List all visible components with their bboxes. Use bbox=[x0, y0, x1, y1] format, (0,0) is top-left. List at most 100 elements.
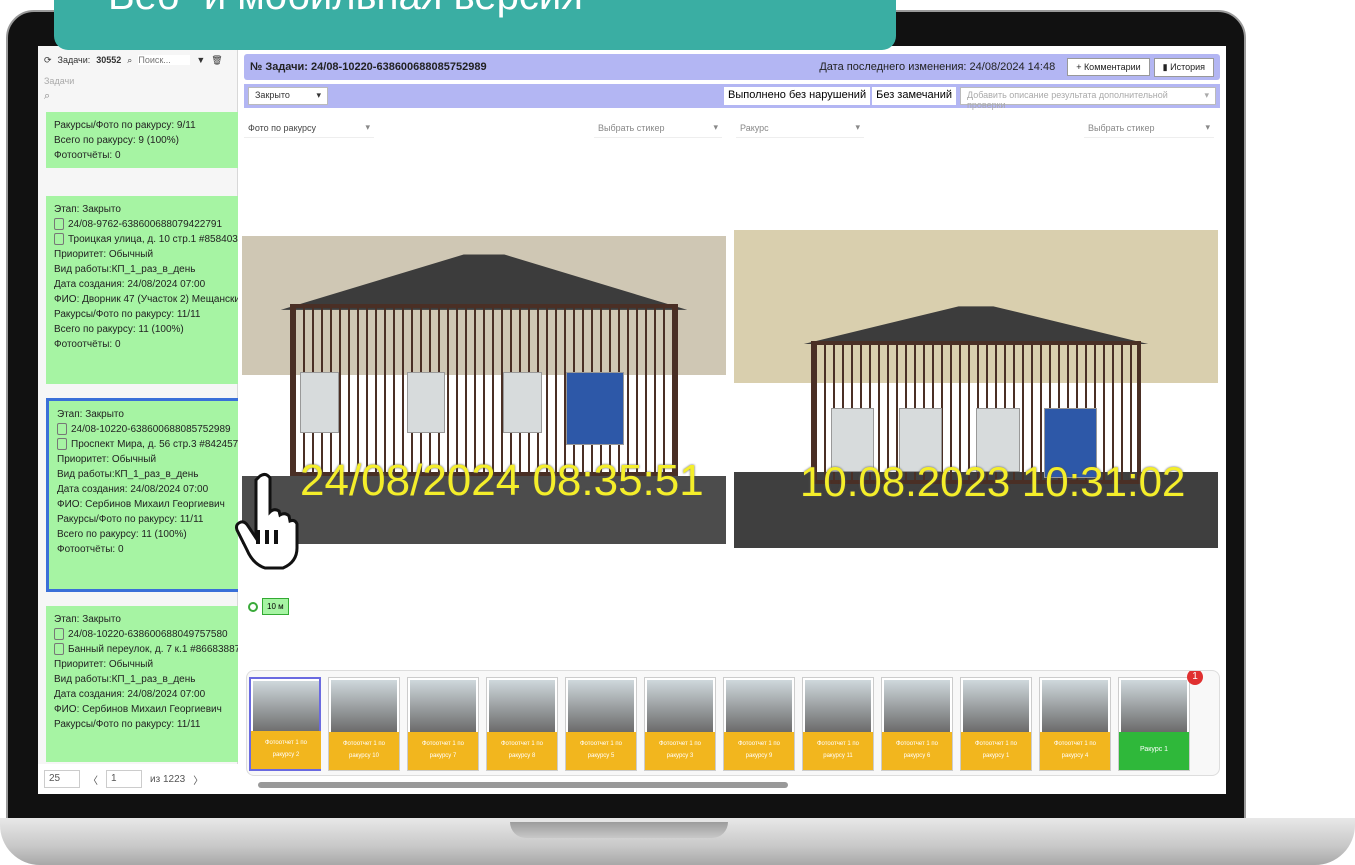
thumbnail[interactable]: Фотоотчет 1 по ракурсу 2 bbox=[249, 677, 321, 771]
card-fio: ФИО: Сербинов Михаил Георгиевич bbox=[57, 499, 225, 510]
thumbnail[interactable]: Фотоотчет 1 по ракурсу 8 bbox=[486, 677, 558, 771]
clipboard-icon[interactable] bbox=[54, 643, 64, 656]
thumbnail-strip: Фотоотчет 1 по ракурсу 2 Фотоотчет 1 по ра… bbox=[246, 670, 1220, 776]
trash-icon[interactable]: 🗑 bbox=[211, 55, 222, 66]
photo-timestamp-current: 24/08/2024 08:35:51 bbox=[300, 456, 704, 505]
clipboard-icon[interactable] bbox=[54, 218, 64, 231]
clipboard-icon[interactable] bbox=[54, 233, 64, 246]
result-description-select[interactable]: Добавить описание результата дополнитель… bbox=[960, 87, 1216, 110]
thumbnail-image bbox=[884, 680, 950, 732]
clipboard-icon[interactable] bbox=[57, 423, 67, 436]
card-total: Всего по ракурсу: 11 (100%) bbox=[57, 529, 187, 540]
comments-button[interactable]: + Комментарии bbox=[1067, 58, 1150, 76]
result-placeholder: Добавить описание результата дополнитель… bbox=[967, 90, 1168, 110]
search-icon: ⌕ bbox=[127, 54, 133, 65]
photo-by-angle-select[interactable]: Фото по ракурсу ▾ bbox=[244, 118, 374, 138]
card-total: Всего по ракурсу: 11 (100%) bbox=[54, 324, 184, 335]
filter-icon[interactable]: ▼ bbox=[196, 55, 205, 65]
thumbnail-label: Фотоотчет 1 по ракурсу 11 bbox=[803, 732, 873, 770]
thumbnail-label-line2: ракурсу 7 bbox=[429, 753, 457, 759]
thumbnail-image bbox=[805, 680, 871, 732]
card-angles: Ракурсы/Фото по ракурсу: 11/11 bbox=[54, 719, 201, 730]
thumbnail-image bbox=[331, 680, 397, 732]
thumbnail-label-line2: ракурсу 2 bbox=[272, 752, 300, 758]
thumbnail-label-line1: Фотоотчет 1 по bbox=[579, 741, 622, 747]
main-panel: № Задачи: 24/08-10220-638600688085752989… bbox=[242, 46, 1226, 794]
angle-label: Ракурс bbox=[740, 122, 769, 133]
status-bar: Закрыто ▾ Выполнено без нарушений Без зам… bbox=[244, 84, 1220, 110]
pointer-hand-icon bbox=[235, 472, 299, 570]
photo-reference[interactable]: 10.08.2023 10:31:02 bbox=[734, 230, 1218, 548]
result-button[interactable]: Выполнено без нарушений bbox=[724, 87, 871, 105]
photo-current[interactable]: 24/08/2024 08:35:51 bbox=[242, 236, 726, 544]
task-list: Ракурсы/Фото по ракурсу: 9/11 Всего по р… bbox=[38, 112, 238, 762]
list-item[interactable]: Этап: Закрыто 24/08-10220-63860068804975… bbox=[46, 606, 238, 762]
card-created: Дата создания: 24/08/2024 07:00 bbox=[57, 484, 209, 495]
chevron-down-icon: ▾ bbox=[365, 122, 370, 132]
page-size-select[interactable]: 25 bbox=[44, 770, 80, 788]
card-priority: Приоритет: Обычный bbox=[57, 454, 157, 465]
no-remarks-button[interactable]: Без замечаний bbox=[872, 87, 956, 105]
thumbnail-image bbox=[963, 680, 1029, 732]
banner: Веб- и мобильная версия bbox=[54, 0, 896, 50]
thumbnail[interactable]: Фотоотчет 1 по ракурсу 7 bbox=[407, 677, 479, 771]
sticker-select-left[interactable]: Выбрать стикер ▾ bbox=[594, 118, 722, 138]
laptop-notch bbox=[510, 822, 728, 838]
clipboard-icon[interactable] bbox=[54, 628, 64, 641]
thumbnail[interactable]: Фотоотчет 1 по ракурсу 1 bbox=[960, 677, 1032, 771]
search-input[interactable] bbox=[138, 55, 191, 65]
thumbnail-label-line2: ракурсу 9 bbox=[745, 753, 773, 759]
thumbnail-label-line2: ракурсу 6 bbox=[903, 753, 931, 759]
thumbnail-label: Фотоотчет 1 по ракурсу 7 bbox=[408, 732, 478, 770]
angle-select[interactable]: Ракурс ▾ bbox=[736, 118, 864, 138]
status-select[interactable]: Закрыто ▾ bbox=[248, 87, 328, 105]
card-fio: ФИО: Сербинов Михаил Георгиевич bbox=[54, 704, 222, 715]
card-stage: Этап: Закрыто bbox=[54, 614, 121, 625]
filter-label: Задачи bbox=[44, 76, 75, 86]
thumbnail-label: Фотоотчет 1 по ракурсу 6 bbox=[882, 732, 952, 770]
card-address: Троицкая улица, д. 10 стр.1 #858403835 bbox=[68, 234, 238, 245]
thumbnail-reference[interactable]: Ракурс 1 bbox=[1118, 677, 1190, 771]
thumbnail[interactable]: Фотоотчет 1 по ракурсу 4 bbox=[1039, 677, 1111, 771]
thumbnail-label-line2: ракурсу 4 bbox=[1061, 753, 1089, 759]
thumbnail-image bbox=[568, 680, 634, 732]
list-item[interactable]: Ракурсы/Фото по ракурсу: 9/11 Всего по р… bbox=[46, 112, 238, 168]
page-input[interactable]: 1 bbox=[106, 770, 142, 788]
clipboard-icon[interactable] bbox=[57, 438, 67, 451]
thumbnail[interactable]: Фотоотчет 1 по ракурсу 9 bbox=[723, 677, 795, 771]
thumbnail[interactable]: Фотоотчет 1 по ракурсу 3 bbox=[644, 677, 716, 771]
photo-bin bbox=[406, 371, 446, 434]
thumbnail[interactable]: Фотоотчет 1 по ракурсу 10 bbox=[328, 677, 400, 771]
card-angles: Ракурсы/Фото по ракурсу: 11/11 bbox=[57, 514, 204, 525]
history-button[interactable]: ▮ История bbox=[1153, 57, 1214, 77]
list-item-selected[interactable]: Этап: Закрыто 24/08-10220-63860068808575… bbox=[46, 398, 238, 592]
notification-badge: 1 bbox=[1187, 671, 1203, 685]
horizontal-scrollbar[interactable] bbox=[246, 780, 1220, 790]
thumbnail-label: Фотоотчет 1 по ракурсу 2 bbox=[251, 731, 321, 769]
refresh-icon[interactable]: ⟳ bbox=[44, 55, 52, 66]
card-created: Дата создания: 24/08/2024 07:00 bbox=[54, 279, 206, 290]
history-label: История bbox=[1170, 61, 1205, 72]
scrollbar-thumb[interactable] bbox=[258, 782, 788, 788]
chevron-right-icon[interactable]: 〉 bbox=[193, 772, 203, 787]
filter-search-icon[interactable]: ⌕ bbox=[38, 90, 237, 106]
thumbnail-label: Фотоотчет 1 по ракурсу 9 bbox=[724, 732, 794, 770]
sticker-select-right[interactable]: Выбрать стикер ▾ bbox=[1084, 118, 1214, 138]
chevron-down-icon: ▾ bbox=[855, 122, 860, 132]
list-item[interactable]: Этап: Закрыто 24/08-9762-638600688079422… bbox=[46, 196, 238, 384]
map-pin-icon bbox=[248, 601, 258, 612]
thumbnail-label-line2: ракурсу 8 bbox=[508, 753, 536, 759]
photo-bin-blue bbox=[566, 371, 625, 446]
sticker-left-label: Выбрать стикер bbox=[598, 122, 665, 133]
thumbnail[interactable]: Фотоотчет 1 по ракурсу 11 bbox=[802, 677, 874, 771]
thumbnail-label-line1: Фотоотчет 1 по bbox=[816, 741, 859, 747]
card-line: Фотоотчёты: 0 bbox=[54, 150, 121, 161]
card-address: Банный переулок, д. 7 к.1 #866838878// bbox=[68, 644, 238, 655]
photo-by-angle-label: Фото по ракурсу bbox=[248, 122, 317, 133]
card-address: Проспект Мира, д. 56 стр.3 #842457 bbox=[71, 439, 238, 450]
thumbnail[interactable]: Фотоотчет 1 по ракурсу 6 bbox=[881, 677, 953, 771]
thumbnail[interactable]: Фотоотчет 1 по ракурсу 5 bbox=[565, 677, 637, 771]
screen: ⟳ Задачи: 30552 ⌕ ▼ 🗑 Задачи ⌕ Ракурсы/Ф… bbox=[38, 46, 1226, 794]
card-priority: Приоритет: Обычный bbox=[54, 249, 154, 260]
chevron-left-icon[interactable]: 〈 bbox=[88, 772, 98, 787]
